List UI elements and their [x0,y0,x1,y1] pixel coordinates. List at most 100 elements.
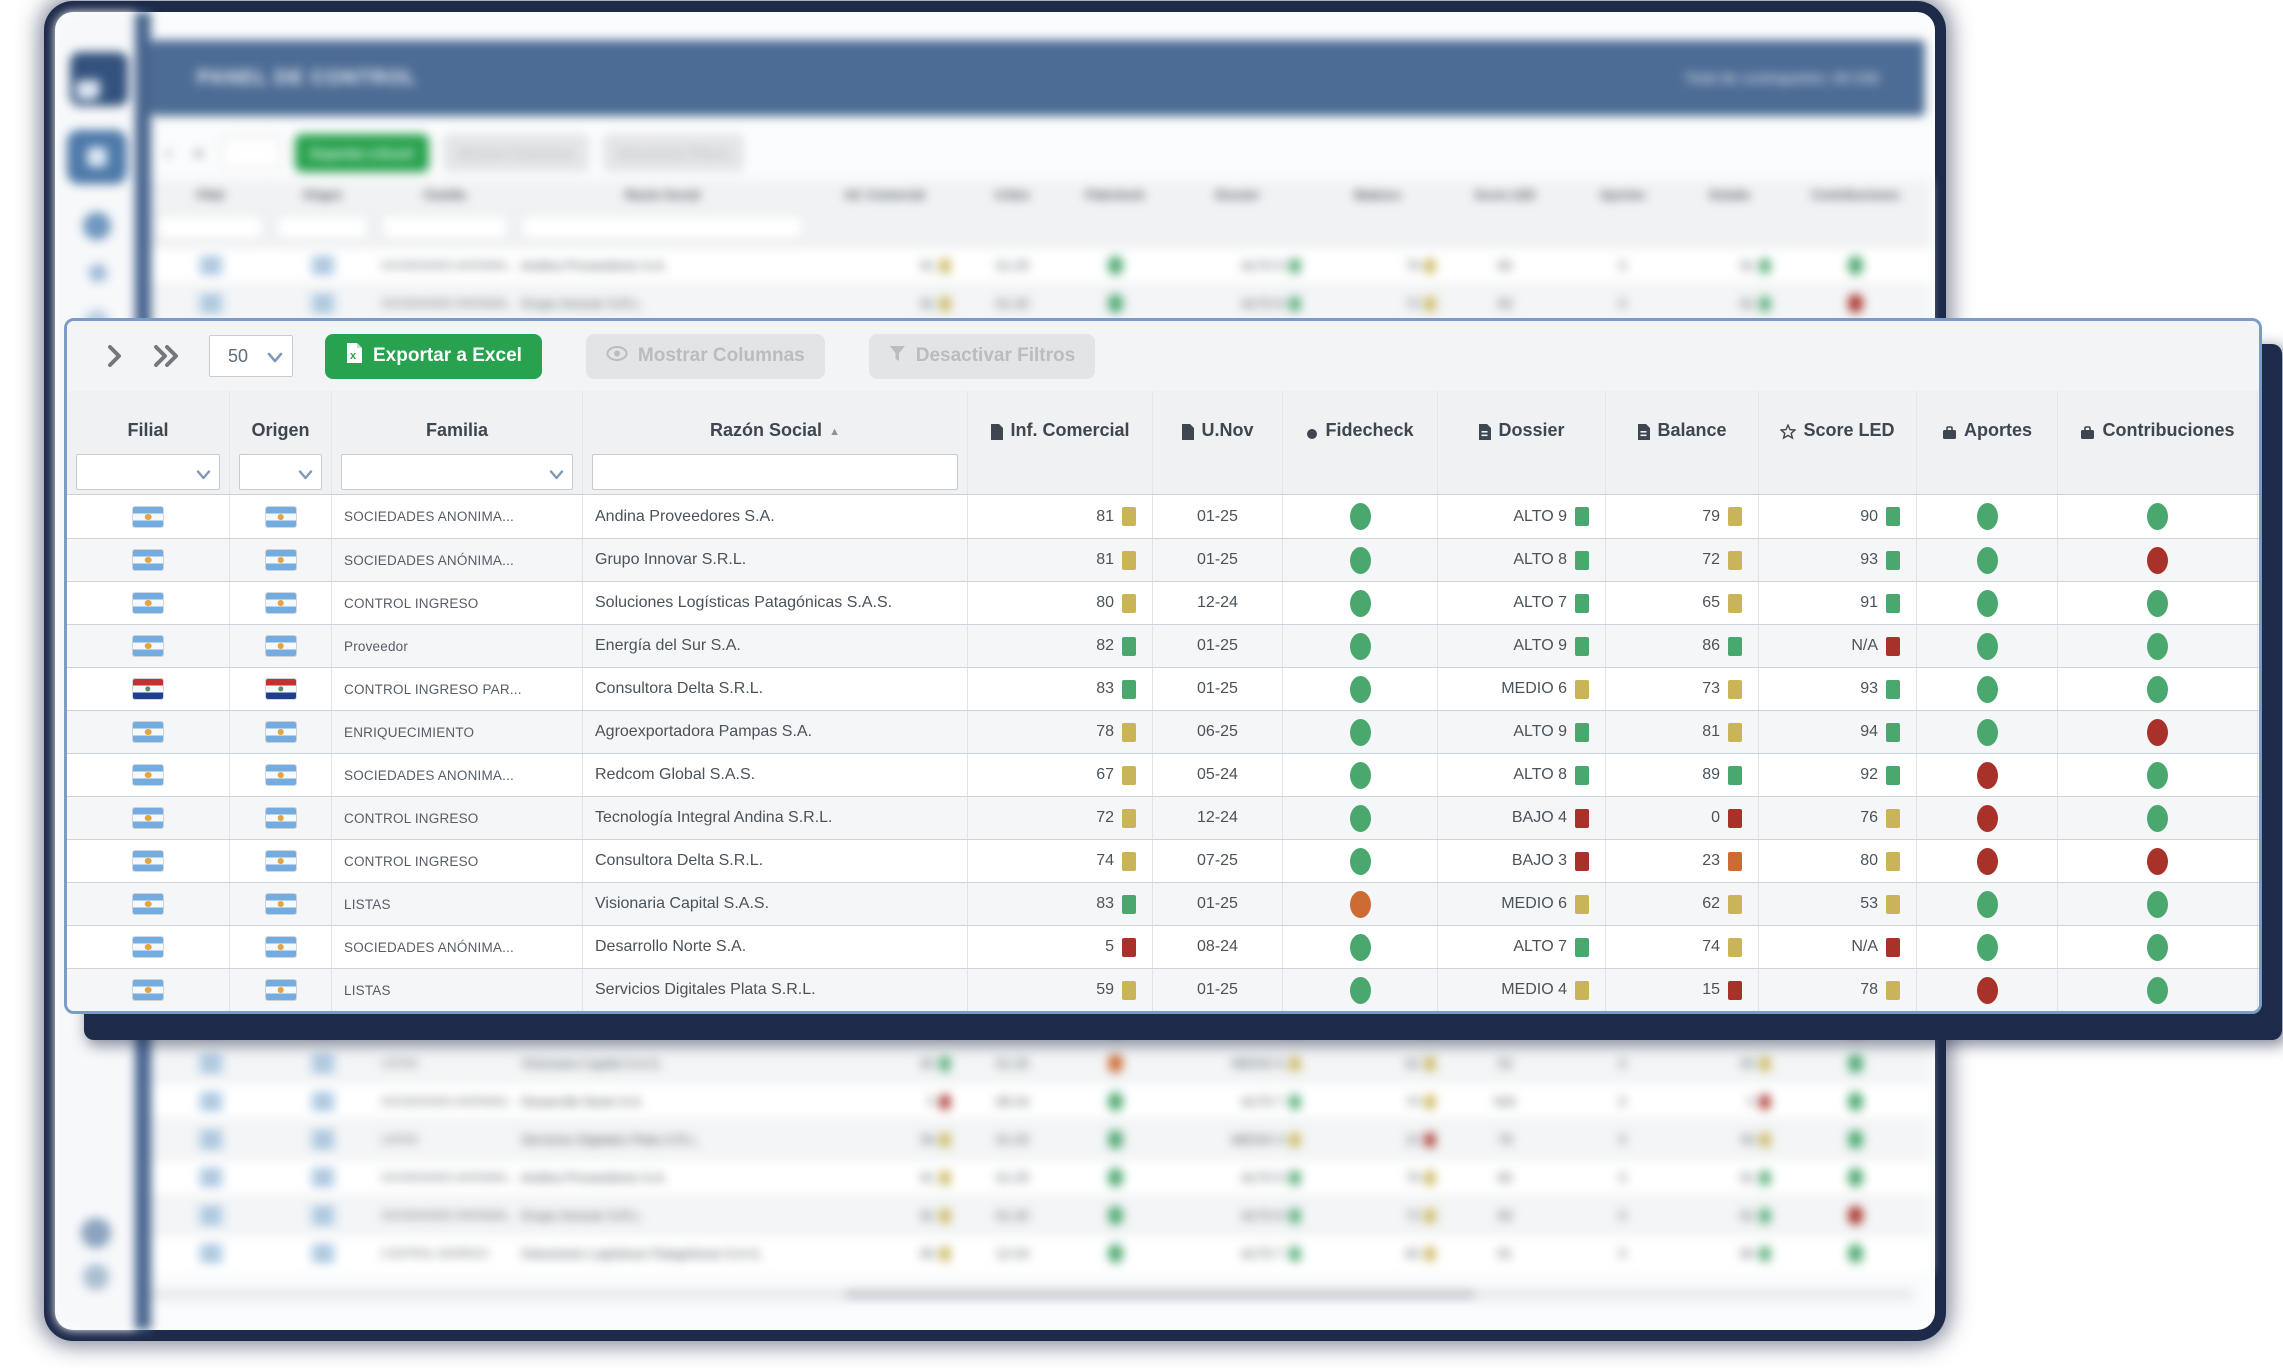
company-name: Visionaria Capital S.A.S. [521,1056,662,1071]
background-column-aportes: Aportes [1565,180,1680,210]
column-header-filial[interactable]: Filial [67,391,230,449]
background-cell: 01-25 [960,285,1065,322]
v: 0 [1619,258,1626,273]
cell-fidecheck [1283,495,1438,538]
table-row[interactable]: SOCIEDADES ANÓNIMA...Desarrollo Norte S.… [67,925,2259,968]
company-name: Andina Proveedores S.A. [521,1170,667,1185]
next-page-button[interactable] [97,339,131,373]
filter-input-razon_social[interactable] [592,454,958,490]
status-square-yellow [1886,809,1900,828]
argentina-flag-icon [133,765,163,785]
show-columns-label: Mostrar Columnas [638,345,805,367]
disable-filters-button[interactable]: Desactivar Filtros [869,334,1095,379]
column-header-razon_social[interactable]: Razón Social▲ [583,391,968,449]
column-header-u_nov[interactable]: U.Nov [1153,391,1283,449]
paraguay-flag-icon [266,679,296,699]
company-name: Andina Proveedores S.A. [521,258,667,273]
v: 0 [1619,296,1626,311]
status-square-yellow [940,259,950,273]
cell-filial [67,711,230,753]
status-square-green [1886,766,1900,785]
table-row[interactable]: CONTROL INGRESO PAR...Consultora Delta S… [67,667,2259,710]
show-columns-button[interactable]: Mostrar Columnas [586,334,825,379]
background-cell: SOCIEDADES ANONIMA... [375,247,515,284]
status-square-red [940,1095,950,1109]
status-dot-green [2147,977,2168,1004]
table-row[interactable]: ENRIQUECIMIENTOAgroexportadora Pampas S.… [67,710,2259,753]
status-square-green [1575,594,1589,613]
status-square-green [1760,259,1770,273]
background-filter-cell [515,210,810,246]
table-header-row: FilialOrigenFamiliaRazón Social▲Inf. Com… [67,391,2259,449]
cell-aportes [1917,926,2058,968]
table-row[interactable]: CONTROL INGRESOTecnología Integral Andin… [67,796,2259,839]
column-header-inf_comercial[interactable]: Inf. Comercial [968,391,1153,449]
panel-toolbar: 50 x Exportar a Excel Mostrar Columnas D… [67,321,2259,391]
table-row[interactable]: CONTROL INGRESOConsultora Delta S.R.L.74… [67,839,2259,882]
table-row[interactable]: SOCIEDADES ANONIMA...Andina Proveedores … [67,495,2259,538]
column-header-contribuciones[interactable]: Contribuciones [2058,391,2258,449]
background-filter-cell [960,210,1065,246]
cell-razon_social: Soluciones Logísticas Patagónicas S.A.S. [583,582,968,624]
column-header-origen[interactable]: Origen [230,391,332,449]
cell-u_nov: 05-24 [1153,754,1283,796]
status-dot-green [1977,590,1998,617]
status-dot-green [1108,256,1123,275]
v: 53 [1498,1056,1512,1071]
background-cell [1780,1197,1931,1234]
status-square-yellow [1886,895,1900,914]
filter-select-familia[interactable] [341,454,573,490]
table-row[interactable]: LISTASVisionaria Capital S.A.S.8301-25ME… [67,882,2259,925]
family-text: CONTROL INGRESO PAR... [344,682,522,697]
table-row[interactable]: SOCIEDADES ANONIMA...Redcom Global S.A.S… [67,753,2259,796]
column-header-fidecheck[interactable]: Fidecheck [1283,391,1438,449]
status-dot-green [1350,719,1371,746]
last-page-button[interactable] [149,339,183,373]
company-name: Desarrollo Norte S.A. [521,1094,644,1109]
score-value: 91 [1860,594,1878,612]
argentina-flag-icon [266,851,296,871]
export-excel-button[interactable]: x Exportar a Excel [325,334,542,379]
status-square-green [1575,938,1589,957]
status-square-green [1122,680,1136,699]
column-header-balance[interactable]: Balance [1606,391,1759,449]
background-filter-cell [810,210,960,246]
cell-u_nov: 08-24 [1153,926,1283,968]
score-value: 72 [1702,551,1720,569]
status-square-yellow [1575,981,1589,1000]
background-filter-cell [1565,210,1680,246]
v: 72 [1406,296,1420,311]
paraguay-flag-icon [133,679,163,699]
column-header-score_led[interactable]: Score LED [1759,391,1917,449]
family-text: SOCIEDADES ANÓNIMA... [344,940,514,955]
status-dot-red [1848,1206,1863,1225]
status-dot-green [1350,547,1371,574]
score-value: 80 [1096,594,1114,612]
status-square-green [1575,637,1589,656]
table-row[interactable]: LISTASServicios Digitales Plata S.R.L.59… [67,968,2259,1011]
status-dot-green [2147,590,2168,617]
sidebar-circle-icon [83,212,111,240]
background-cell: 12-24 [960,1235,1065,1272]
filter-select-filial[interactable] [76,454,220,490]
table-row[interactable]: ProveedorEnergía del Sur S.A.8201-25ALTO… [67,624,2259,667]
family-text: SOCIEDADES ANÓNIMA... [381,1210,515,1222]
page-size-select[interactable]: 50 [209,335,293,377]
background-cell: Visionaria Capital S.A.S. [515,1045,810,1082]
column-header-aportes[interactable]: Aportes [1917,391,2058,449]
table-row[interactable]: SOCIEDADES ANÓNIMA...Grupo Innovar S.R.L… [67,538,2259,581]
filter-select-origen[interactable] [239,454,322,490]
background-cell: LISTAS [375,1045,515,1082]
column-header-dossier[interactable]: Dossier [1438,391,1606,449]
cell-score_led: 92 [1759,754,1917,796]
column-header-familia[interactable]: Familia [332,391,583,449]
score-value: 90 [1860,508,1878,526]
filter-funnel-icon [889,345,906,368]
cell-score_led: 91 [1759,582,1917,624]
cell-u_nov: 01-25 [1153,625,1283,667]
table-row[interactable]: CONTROL INGRESOSoluciones Logísticas Pat… [67,581,2259,624]
v: BAJO 3 [1240,1018,1285,1033]
date-value: 01-25 [1197,508,1238,526]
cell-dossier: BAJO 4 [1438,797,1606,839]
cell-filial [67,840,230,882]
